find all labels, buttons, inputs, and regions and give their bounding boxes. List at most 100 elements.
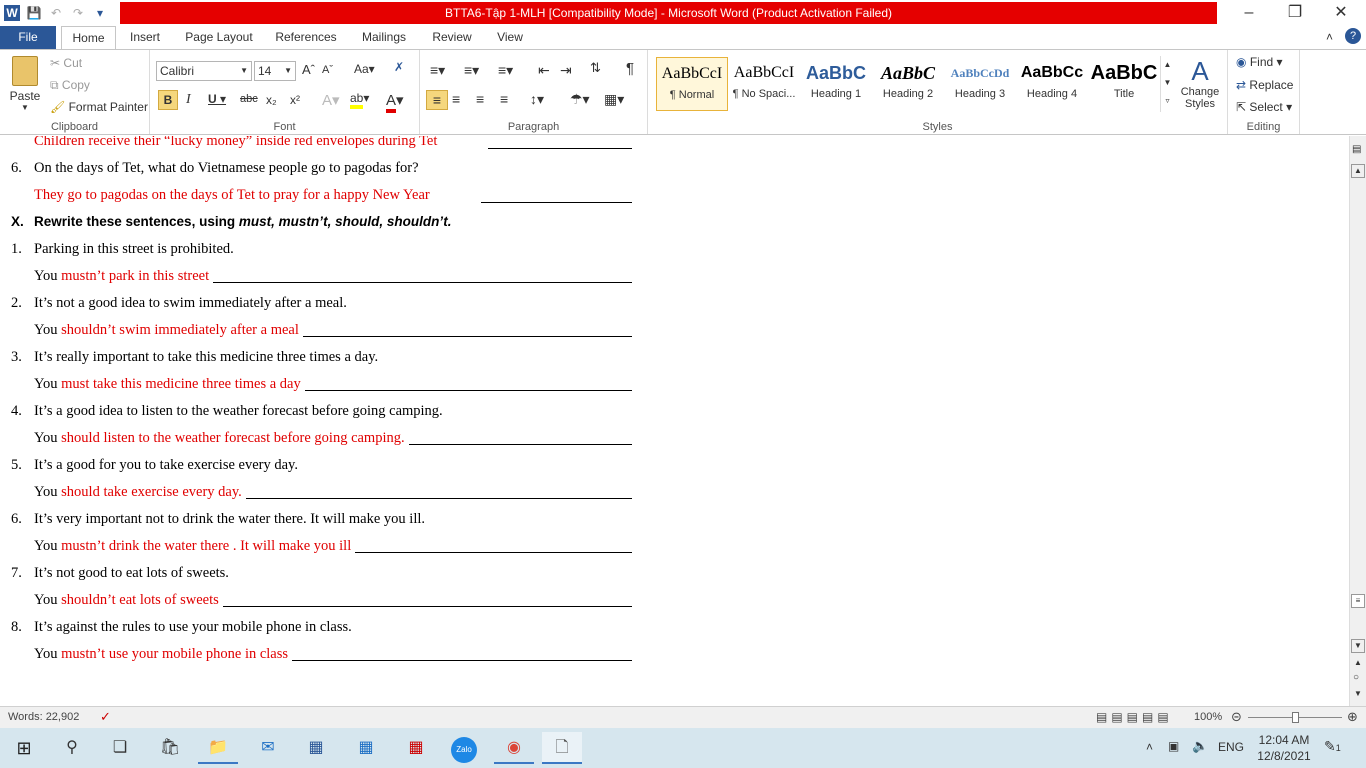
proofing-icon[interactable]: ✓ bbox=[100, 709, 111, 725]
style-heading-1[interactable]: AaBbC Heading 1 bbox=[800, 57, 872, 111]
language-indicator[interactable]: ENG bbox=[1218, 740, 1244, 754]
style-normal[interactable]: AaBbCcI ¶ Normal bbox=[656, 57, 728, 111]
tab-home[interactable]: Home bbox=[61, 26, 116, 50]
restore-icon[interactable]: ❐ bbox=[1272, 0, 1318, 26]
clock[interactable]: 12:04 AM 12/8/2021 bbox=[1256, 732, 1312, 764]
style-heading-2[interactable]: AaBbC Heading 2 bbox=[872, 57, 944, 111]
chrome-icon[interactable]: ◉ bbox=[494, 732, 534, 764]
grow-font-icon[interactable]: Aˆ bbox=[302, 62, 315, 77]
cut-button[interactable]: ✂ Cut bbox=[50, 56, 82, 70]
highlight-icon[interactable]: ab▾ bbox=[350, 91, 369, 109]
tab-view[interactable]: View bbox=[490, 26, 530, 50]
next-page-icon[interactable]: ▼ bbox=[1354, 689, 1362, 698]
shrink-font-icon[interactable]: Aˇ bbox=[322, 64, 333, 76]
clear-format-icon[interactable]: ✗ bbox=[394, 60, 404, 74]
align-center-icon[interactable]: ≡ bbox=[452, 91, 460, 107]
font-color-icon[interactable]: A▾ bbox=[386, 91, 404, 113]
pilcrow-icon[interactable]: ¶ bbox=[626, 60, 634, 77]
font-size-select[interactable]: 14 ▼ bbox=[254, 61, 296, 81]
underline-icon[interactable]: U ▾ bbox=[208, 92, 226, 106]
strikethrough-icon[interactable]: abc bbox=[240, 93, 258, 105]
format-painter-button[interactable]: 🖌 Format Painter bbox=[50, 100, 148, 114]
network-icon[interactable]: ▣ bbox=[1168, 739, 1179, 753]
subscript-icon[interactable]: x₂ bbox=[266, 93, 277, 107]
font-family-select[interactable]: Calibri ▼ bbox=[156, 61, 252, 81]
zoom-slider-thumb[interactable] bbox=[1292, 712, 1299, 723]
redo-icon[interactable]: ↷ bbox=[70, 5, 86, 21]
windows-start-icon[interactable]: ⊞ bbox=[4, 732, 44, 764]
bold-icon[interactable]: B bbox=[158, 90, 178, 110]
find-button[interactable]: ◉ Find ▾ bbox=[1236, 55, 1283, 69]
tab-mailings[interactable]: Mailings bbox=[354, 26, 414, 50]
minimize-icon[interactable]: – bbox=[1226, 0, 1272, 26]
sort-icon[interactable]: ⇅ bbox=[590, 60, 601, 76]
show-hidden-icons-icon[interactable]: ˄ bbox=[1146, 740, 1153, 754]
undo-icon[interactable]: ↶ bbox=[48, 5, 64, 21]
scroll-thumb[interactable]: ≡ bbox=[1351, 594, 1365, 608]
document-page[interactable]: Children receive their “lucky money” ins… bbox=[0, 136, 1349, 706]
clipboard-group: Paste ▼ ✂ Cut ⧉ Copy 🖌 Format Painter Cl… bbox=[0, 50, 150, 134]
tab-file[interactable]: File bbox=[0, 26, 56, 50]
zoom-level[interactable]: 100% bbox=[1194, 711, 1222, 723]
style-heading-3[interactable]: AaBbCcDd Heading 3 bbox=[944, 57, 1016, 111]
browse-object-icon[interactable]: ○ bbox=[1353, 672, 1359, 683]
decrease-indent-icon[interactable]: ⇤ bbox=[538, 62, 550, 79]
customize-qat-icon[interactable]: ▾ bbox=[92, 5, 108, 21]
replace-button[interactable]: ⇄ Replace bbox=[1236, 78, 1293, 92]
change-styles-button[interactable]: A Change Styles bbox=[1178, 56, 1222, 110]
zoom-in-icon[interactable]: ⊕ bbox=[1347, 709, 1358, 725]
style-no-spacing[interactable]: AaBbCcI ¶ No Spaci... bbox=[728, 57, 800, 111]
superscript-icon[interactable]: x² bbox=[290, 93, 300, 107]
collapse-ribbon-icon[interactable]: ˄ bbox=[1326, 30, 1333, 44]
file-explorer-icon[interactable]: 📁 bbox=[198, 732, 238, 764]
justify-icon[interactable]: ≡ bbox=[500, 91, 508, 107]
line-spacing-icon[interactable]: ↕▾ bbox=[530, 91, 544, 108]
scroll-down-icon[interactable]: ▼ bbox=[1351, 639, 1365, 653]
view-buttons[interactable]: ▤▤▤▤▤ bbox=[1096, 710, 1173, 724]
calculator-icon[interactable]: ▦ bbox=[296, 732, 336, 764]
text-effects-icon[interactable]: A▾ bbox=[322, 91, 340, 109]
paste-button[interactable]: Paste ▼ bbox=[8, 56, 42, 112]
mail-icon[interactable]: ✉ bbox=[248, 732, 288, 764]
italic-icon[interactable]: I bbox=[186, 92, 191, 108]
help-icon[interactable]: ? bbox=[1345, 28, 1361, 44]
ruler-toggle-icon[interactable]: ▤ bbox=[1352, 144, 1361, 155]
tab-references[interactable]: References bbox=[270, 26, 342, 50]
style-heading-4[interactable]: AaBbCc Heading 4 bbox=[1016, 57, 1088, 111]
store-icon[interactable]: 🛍 bbox=[150, 732, 190, 764]
styles-scroll-icon[interactable]: ▲ ▼ ▿ bbox=[1160, 56, 1174, 112]
tab-insert[interactable]: Insert bbox=[122, 26, 168, 50]
save-icon[interactable]: 💾 bbox=[26, 5, 42, 21]
task-view-icon[interactable]: ❏ bbox=[100, 732, 140, 764]
copy-button[interactable]: ⧉ Copy bbox=[50, 78, 90, 93]
vertical-scrollbar[interactable]: ▤ ▲ ≡ ▼ ▲ ○ ▼ bbox=[1349, 136, 1366, 706]
tab-page-layout[interactable]: Page Layout bbox=[180, 26, 258, 50]
style-title[interactable]: AaBbC Title bbox=[1088, 57, 1160, 111]
shading-icon[interactable]: ☂▾ bbox=[570, 91, 590, 108]
borders-icon[interactable]: ▦▾ bbox=[604, 91, 624, 108]
change-case-icon[interactable]: Aa▾ bbox=[354, 62, 375, 76]
align-right-icon[interactable]: ≡ bbox=[476, 91, 484, 107]
calendar-icon[interactable]: ▦ bbox=[346, 732, 386, 764]
cut-off-line: Children receive their “lucky money” ins… bbox=[34, 136, 438, 149]
zalo-icon[interactable]: Zalo bbox=[444, 732, 484, 764]
word-document-icon[interactable]: 🗋 bbox=[542, 732, 582, 764]
app-icon[interactable]: ▦ bbox=[396, 732, 436, 764]
volume-icon[interactable]: 🔈 bbox=[1192, 738, 1208, 754]
tab-review[interactable]: Review bbox=[426, 26, 478, 50]
previous-page-icon[interactable]: ▲ bbox=[1354, 658, 1362, 667]
select-button[interactable]: ⇱ Select ▾ bbox=[1236, 100, 1292, 114]
search-icon[interactable]: ⚲ bbox=[52, 732, 92, 764]
group-label: Font bbox=[273, 121, 296, 133]
close-icon[interactable]: ✕ bbox=[1318, 0, 1364, 26]
scroll-up-icon[interactable]: ▲ bbox=[1351, 164, 1365, 178]
answer-text: should take exercise every day. bbox=[61, 484, 242, 500]
numbering-icon[interactable]: ≡▾ bbox=[464, 62, 479, 79]
word-count[interactable]: Words: 22,902 bbox=[8, 711, 79, 723]
increase-indent-icon[interactable]: ⇥ bbox=[560, 62, 572, 79]
zoom-out-icon[interactable]: ⊝ bbox=[1231, 709, 1242, 725]
multilevel-list-icon[interactable]: ≡▾ bbox=[498, 62, 513, 79]
bullets-icon[interactable]: ≡▾ bbox=[430, 62, 445, 79]
align-left-icon[interactable]: ≡ bbox=[426, 90, 448, 110]
notifications-icon[interactable]: ✎1 bbox=[1324, 738, 1341, 755]
